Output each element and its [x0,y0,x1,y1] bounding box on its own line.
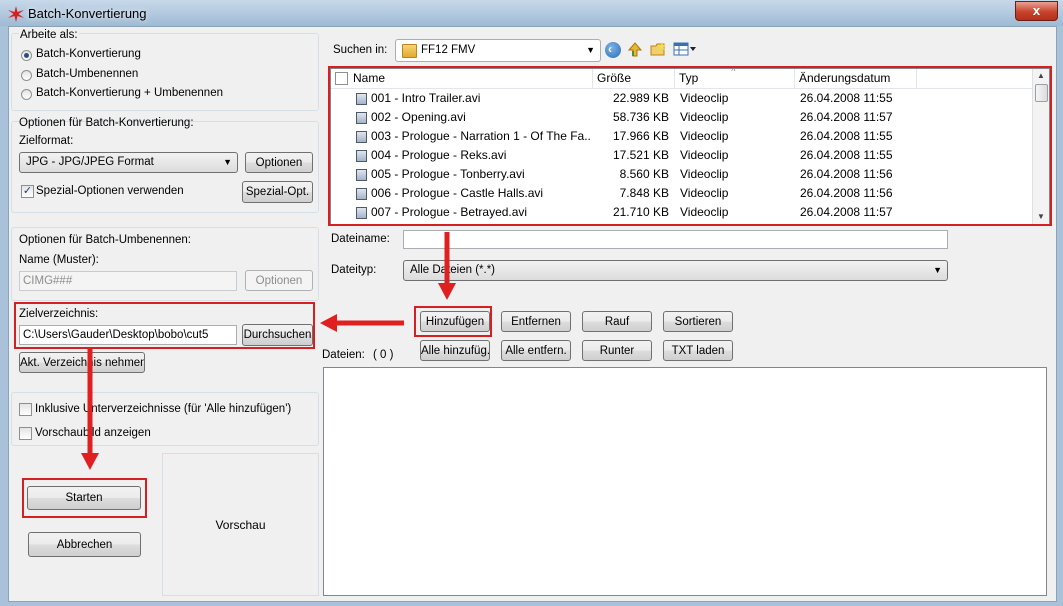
arrow-left-to-target-dir [320,314,404,332]
annotation-arrows [81,232,456,470]
arrow-down-to-start [81,348,99,470]
arrow-down-to-add [438,232,456,300]
